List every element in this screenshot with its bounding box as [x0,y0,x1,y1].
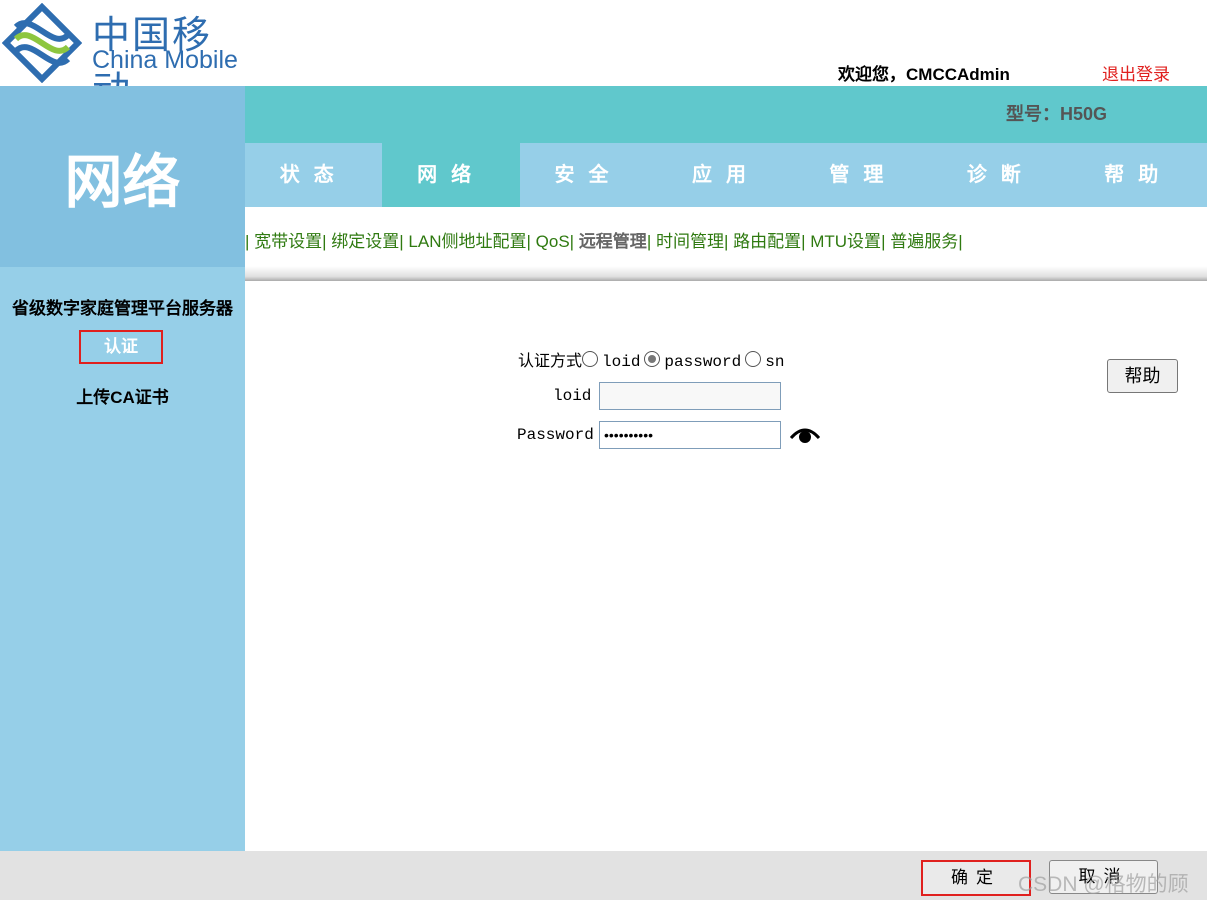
radio-sn[interactable] [745,351,762,367]
logout-link[interactable]: 退出登录 [1102,60,1170,85]
password-label: Password [517,426,594,444]
model-label: 型号：H50G [1005,104,1107,124]
radio-loid[interactable] [582,351,599,367]
welcome-text: 欢迎您，CMCCAdmin [838,65,1010,84]
sub-navigation: | 宽带设置| 绑定设置| LAN侧地址配置| QoS| 远程管理| 时间管理|… [245,232,963,251]
section-title: 网络 [0,86,245,267]
subnav-time[interactable]: 时间管理 [656,232,724,251]
footer-bar: 确定 取消 CSDN @格物的顾 [0,851,1207,900]
main-tabs: 状态 网络 安全 应用 管理 诊断 帮助 [245,143,1207,207]
show-password-eye-icon[interactable] [790,426,820,444]
tab-security[interactable]: 安全 [520,143,657,207]
sidebar-item-auth[interactable]: 认证 [79,330,163,364]
sidebar-title: 省级数字家庭管理平台服务器 [12,299,233,318]
subnav-universal[interactable]: 普遍服务 [890,232,958,251]
brand-en: China Mobile [92,46,238,74]
subnav-mtu[interactable]: MTU设置 [810,232,881,251]
sidebar-item-ca[interactable]: 上传CA证书 [0,383,245,408]
separator [245,266,1207,281]
subnav-route[interactable]: 路由配置 [733,232,801,251]
loid-input[interactable] [599,382,781,410]
auth-method-row: 认证方式 loid password sn [518,347,784,371]
subnav-remote[interactable]: 远程管理 [579,232,647,251]
loid-label: loid [553,387,592,405]
auth-method-label: 认证方式 [518,353,583,370]
tab-management[interactable]: 管理 [795,143,932,207]
option-loid: loid [602,353,641,371]
tab-help[interactable]: 帮助 [1070,143,1207,207]
top-band: 型号：H50G [245,86,1207,143]
tab-network[interactable]: 网络 [382,143,520,207]
subnav-lan[interactable]: LAN侧地址配置 [408,232,526,251]
ok-button[interactable]: 确定 [921,860,1031,896]
subnav-binding[interactable]: 绑定设置 [331,232,399,251]
sidebar: 省级数字家庭管理平台服务器 认证 上传CA证书 [0,267,245,851]
tab-diagnose[interactable]: 诊断 [932,143,1069,207]
china-mobile-logo: 中国移动 China Mobile [0,0,245,112]
option-password: password [664,353,742,371]
option-sn: sn [765,353,785,371]
help-button[interactable]: 帮助 [1107,359,1178,393]
password-input[interactable]: •••••••••• [599,421,781,449]
logo-icon [2,3,82,83]
tab-status[interactable]: 状态 [245,143,382,207]
radio-password[interactable] [644,351,661,367]
subnav-qos[interactable]: QoS [536,232,570,251]
watermark: CSDN @格物的顾 [1018,873,1189,896]
subnav-broadband[interactable]: 宽带设置 [254,232,322,251]
tab-application[interactable]: 应用 [657,143,794,207]
